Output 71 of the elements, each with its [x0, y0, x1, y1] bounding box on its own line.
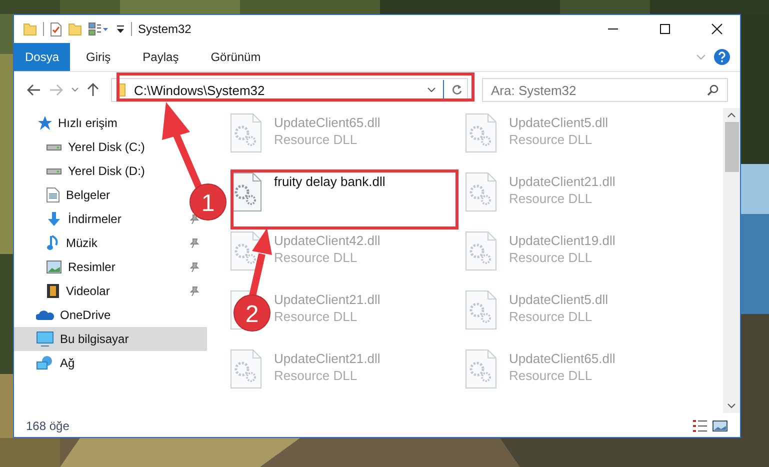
file-icon: [465, 231, 497, 271]
cloud-icon: [36, 309, 54, 321]
ribbon-tab[interactable]: Paylaş: [126, 43, 195, 71]
step-badge: 1: [190, 184, 226, 220]
nav-item[interactable]: OneDrive: [14, 303, 207, 327]
nav-item[interactable]: İndirmeler: [46, 207, 122, 231]
file-type: Resource DLL: [509, 191, 592, 206]
file-type: Resource DLL: [274, 368, 358, 383]
file-type: Resource DLL: [274, 309, 358, 324]
file-icon: [465, 349, 497, 389]
drive-icon: [46, 168, 62, 174]
chevron-icon[interactable]: [427, 87, 436, 93]
image-icon: [46, 260, 62, 274]
properties-icon[interactable]: [50, 22, 62, 36]
chevron-icon[interactable]: [71, 87, 79, 93]
scrollbar[interactable]: [723, 108, 740, 413]
large-icons-view-icon[interactable]: [712, 419, 728, 433]
step-badge: 2: [234, 294, 270, 332]
music-note-icon: [46, 235, 60, 251]
scrollbar-thumb[interactable]: [724, 122, 738, 172]
back-icon[interactable]: [27, 84, 41, 96]
pin-icon[interactable]: [190, 238, 199, 248]
scroll-up-icon[interactable]: [727, 112, 736, 118]
file-icon: [465, 172, 497, 212]
file-type: Resource DLL: [509, 132, 592, 147]
pin-icon[interactable]: [190, 262, 199, 272]
nav-item[interactable]: Resimler: [46, 255, 116, 279]
search-field[interactable]: Ara: System32: [482, 78, 728, 102]
nav-item[interactable]: Müzik: [46, 231, 98, 255]
network-icon: [36, 355, 54, 371]
file-name[interactable]: fruity delay bank.dll: [274, 174, 386, 189]
pin-icon[interactable]: [190, 286, 199, 296]
nav-item[interactable]: Hızlı erişim: [14, 111, 207, 135]
star-icon: [36, 115, 52, 131]
dropdown-icon[interactable]: [116, 24, 125, 34]
ribbon-tab[interactable]: Giriş: [70, 43, 127, 71]
ribbon-tab[interactable]: Dosya: [14, 43, 70, 71]
window-title: System32: [138, 22, 192, 36]
nav-item[interactable]: Videolar: [46, 279, 110, 303]
scroll-down-icon[interactable]: [727, 403, 736, 409]
nav-item[interactable]: Ağ: [14, 351, 207, 375]
ribbon-tab[interactable]: Görünüm: [194, 43, 277, 71]
maximize-icon: [659, 23, 671, 35]
file-type: Resource DLL: [509, 309, 592, 324]
file-type: Resource DLL: [274, 250, 358, 265]
nav-item[interactable]: Bu bilgisayar: [14, 327, 207, 351]
document-icon: [46, 187, 60, 203]
refresh-icon[interactable]: [451, 84, 463, 96]
file-icon: [465, 290, 497, 330]
nav-item[interactable]: Yerel Disk (C:): [46, 135, 145, 159]
up-icon[interactable]: [87, 83, 99, 97]
pin-icon[interactable]: [190, 214, 199, 224]
item-count: 168 öğe: [26, 419, 70, 433]
file-icon: [465, 113, 497, 153]
file-icon: [230, 113, 262, 153]
drive-icon: [46, 144, 62, 150]
monitor-icon: [36, 331, 54, 347]
nav-item[interactable]: Belgeler: [46, 183, 110, 207]
view-menu-icon[interactable]: [88, 22, 110, 36]
file-icon: [230, 349, 262, 389]
file-type: Resource DLL: [509, 368, 592, 383]
help-icon[interactable]: [714, 49, 730, 65]
file-type: Resource DLL: [274, 132, 358, 147]
film-icon: [46, 283, 60, 299]
file-icon: [230, 231, 262, 271]
file-type: Resource DLL: [509, 250, 592, 265]
nav-item[interactable]: Yerel Disk (D:): [46, 159, 145, 183]
download-icon: [46, 211, 62, 227]
search-icon[interactable]: [707, 84, 719, 96]
close-icon: [711, 23, 723, 35]
details-view-icon[interactable]: [692, 419, 708, 433]
